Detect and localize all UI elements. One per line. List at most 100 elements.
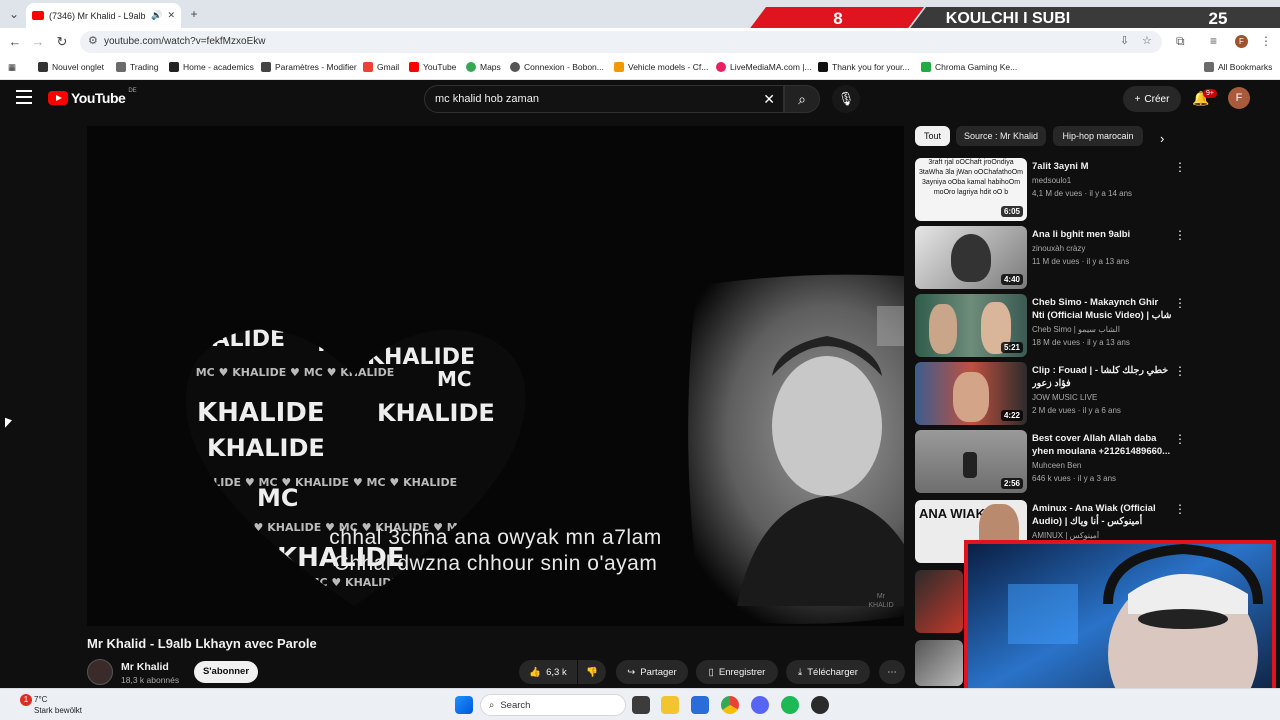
like-count: 6,3 k (546, 666, 567, 678)
rec-menu-icon[interactable]: ⋮ (1174, 296, 1186, 310)
rec-menu-icon[interactable]: ⋮ (1174, 432, 1186, 446)
recommendation-item[interactable]: 4:40 Ana li bghit men 9albi zinouxàh crà… (915, 226, 1186, 290)
bookmark-item[interactable]: LiveMediaMA.com |... (716, 62, 812, 72)
share-button[interactable]: ↪ Partager (616, 660, 688, 684)
bookmark-item[interactable]: Home - academics (169, 62, 254, 72)
back-arrow-icon[interactable]: ← (6, 33, 24, 51)
globe-icon (510, 62, 520, 72)
rec-meta: 2 M de vues · il y a 6 ans (1032, 406, 1121, 415)
rec-channel: JOW MUSIC LIVE (1032, 393, 1098, 402)
speaker-icon[interactable]: 🔊 (151, 10, 162, 21)
voice-search-mic-icon[interactable]: 🎙 (832, 85, 860, 113)
chip-source[interactable]: Source : Mr Khalid (956, 126, 1046, 146)
browser-profile-avatar[interactable]: F (1235, 35, 1248, 48)
video-thumbnail[interactable] (915, 570, 963, 633)
discord-icon[interactable] (751, 696, 769, 714)
youtube-play-logo-icon (48, 91, 68, 105)
site-settings-icon[interactable]: ⚙ (88, 34, 98, 47)
search-button[interactable]: ⌕ (784, 85, 820, 113)
task-view-icon[interactable] (632, 696, 650, 714)
close-tab-icon[interactable]: ✕ (167, 10, 175, 21)
like-button[interactable]: 👍 6,3 k (519, 660, 577, 684)
bookmark-label: Thank you for your... (832, 62, 910, 72)
forward-arrow-icon[interactable]: → (29, 33, 47, 51)
chevron-right-icon[interactable]: › (1160, 131, 1164, 146)
extensions-puzzle-icon[interactable]: ⧉ (1176, 34, 1185, 49)
rec-menu-icon[interactable]: ⋮ (1174, 364, 1186, 378)
recommendation-item[interactable]: 3raft rjal oOChaft jroOndiya 3taWha 3la … (915, 158, 1186, 222)
youtube-logo[interactable]: YouTube DE (48, 88, 137, 106)
rec-menu-icon[interactable]: ⋮ (1174, 160, 1186, 174)
file-explorer-icon[interactable] (661, 696, 679, 714)
search-icon: ⌕ (489, 699, 495, 711)
video-thumbnail[interactable]: 4:22 (915, 362, 1027, 425)
video-thumbnail[interactable]: 4:40 (915, 226, 1027, 289)
new-tab-plus-icon[interactable]: + (186, 6, 202, 22)
video-thumbnail[interactable]: 3raft rjal oOChaft jroOndiya 3taWha 3la … (915, 158, 1027, 221)
thumbnail-text: ANA WIAK (919, 506, 985, 521)
recommendation-item[interactable] (915, 570, 965, 634)
recommendation-item[interactable]: 2:56 Best cover Allah Allah daba yhen mo… (915, 430, 1186, 494)
chip-hiphop[interactable]: Hip-hop marocain (1053, 126, 1143, 146)
bookmark-item[interactable]: Chroma Gaming Ke... (921, 62, 1017, 72)
chrome-icon[interactable] (721, 696, 739, 714)
browser-menu-icon[interactable]: ⋮ (1260, 34, 1272, 48)
save-button[interactable]: ▯ Enregistrer (696, 660, 778, 684)
heart-word: KHALIDE (177, 327, 285, 352)
weather-widget[interactable]: 1 7°C Stark bewölkt (14, 694, 134, 718)
recommendation-item[interactable]: 4:22 Clip : Fouad | خطي رجلك كلشا - فؤاد… (915, 362, 1186, 426)
spotify-icon[interactable] (781, 696, 799, 714)
video-thumbnail[interactable] (915, 640, 963, 686)
dislike-button[interactable]: 👎 (578, 660, 606, 684)
address-bar[interactable]: ⚙ youtube.com/watch?v=fekfMzxoEkw ⇩ ☆ (80, 31, 1162, 53)
search-input[interactable]: mc khalid hob zaman ✕ (424, 85, 784, 113)
rec-menu-icon[interactable]: ⋮ (1174, 228, 1186, 242)
hamburger-menu-icon[interactable] (16, 90, 32, 104)
bookmark-item[interactable]: YouTube (409, 62, 456, 72)
windows-taskbar: 1 7°C Stark bewölkt ⌕ Search (0, 688, 1280, 720)
maps-pin-icon (466, 62, 476, 72)
store-icon[interactable] (691, 696, 709, 714)
browser-toolbar: ← → ↻ ⚙ youtube.com/watch?v=fekfMzxoEkw … (0, 28, 1280, 56)
rec-title: Best cover Allah Allah daba yhen moulana… (1032, 433, 1171, 457)
bookmark-star-icon[interactable]: ☆ (1142, 34, 1152, 47)
duration-badge: 6:05 (1000, 206, 1023, 217)
bookmark-label: Home - academics (183, 62, 254, 72)
tab-title: (7346) Mr Khalid - L9alb Lkh (49, 10, 146, 21)
rec-menu-icon[interactable]: ⋮ (1174, 502, 1186, 516)
reading-list-icon[interactable]: ≡ (1210, 34, 1217, 48)
video-player[interactable]: KHALIDE MC KHALIDE MC KHALIDE KHALIDE KH… (87, 126, 904, 626)
channel-avatar[interactable] (87, 659, 113, 685)
download-button[interactable]: ⤓ Télécharger (786, 660, 870, 684)
bookmark-item[interactable]: Vehicle models - Cf... (614, 62, 708, 72)
watermark-line-1: Mr (876, 593, 886, 600)
video-thumbnail[interactable]: 5:21 (915, 294, 1027, 357)
account-avatar[interactable]: F (1228, 87, 1250, 109)
video-thumbnail[interactable]: 2:56 (915, 430, 1027, 493)
chip-all[interactable]: Tout (915, 126, 950, 146)
install-app-icon[interactable]: ⇩ (1120, 34, 1129, 47)
apps-grid-icon[interactable]: ▦ (8, 62, 16, 73)
bookmark-item[interactable]: Nouvel onglet (38, 62, 104, 72)
rec-channel: Cheb Simo | الشاب سيمو (1032, 325, 1120, 334)
more-actions-button[interactable]: ⋯ (879, 660, 905, 684)
bookmark-item[interactable]: Maps (466, 62, 501, 72)
bookmark-item[interactable]: Trading (116, 62, 159, 72)
obs-icon[interactable] (811, 696, 829, 714)
tab-search-chevron-icon[interactable]: ⌄ (6, 6, 22, 22)
bookmark-item[interactable]: Thank you for your... (818, 62, 909, 72)
clear-search-icon[interactable]: ✕ (763, 91, 775, 108)
create-button[interactable]: + Créer (1123, 86, 1181, 112)
channel-name[interactable]: Mr Khalid (121, 661, 169, 673)
all-bookmarks[interactable]: All Bookmarks (1204, 62, 1272, 72)
recommendation-item[interactable]: 5:21 Cheb Simo - Makaynch Ghir Nti (Offi… (915, 294, 1186, 358)
subscribe-button[interactable]: S'abonner (194, 661, 258, 683)
reload-icon[interactable]: ↻ (53, 33, 71, 51)
windows-start-icon[interactable] (455, 696, 473, 714)
bookmark-item[interactable]: Gmail (363, 62, 399, 72)
bookmark-item[interactable]: Paramètres - Modifier (261, 62, 357, 72)
tab-youtube[interactable]: (7346) Mr Khalid - L9alb Lkh 🔊 ✕ (26, 3, 181, 28)
taskbar-search[interactable]: ⌕ Search (480, 694, 626, 716)
bookmark-item[interactable]: Connexion - Bobon... (510, 62, 604, 72)
rec-channel: AMINUX | أمينوكس (1032, 531, 1100, 540)
